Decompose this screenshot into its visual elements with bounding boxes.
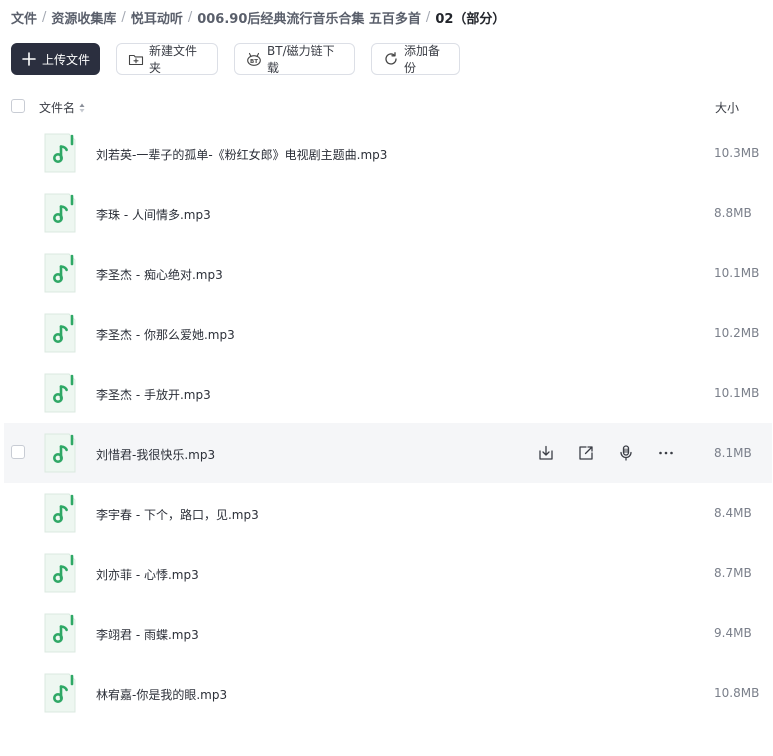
music-file-icon — [44, 433, 76, 473]
bt-download-button-label: BT/磁力链下载 — [267, 44, 335, 75]
upload-button[interactable]: 上传文件 — [11, 43, 100, 75]
svg-text:BT: BT — [250, 59, 258, 65]
file-name[interactable]: 李圣杰 - 你那么爱她.mp3 — [96, 326, 235, 343]
sort-by-name-header[interactable]: 文件名 — [39, 99, 85, 116]
breadcrumb-separator: / — [42, 9, 47, 25]
breadcrumb: 文件 / 资源收集库 / 悦耳动听 / 006.90后经典流行音乐合集 五百多首… — [11, 7, 505, 27]
sync-icon — [383, 51, 399, 67]
breadcrumb-separator: / — [425, 9, 431, 25]
sort-icon — [79, 103, 85, 113]
file-row[interactable]: 李圣杰 - 手放开.mp3 10.1MB — [0, 363, 773, 423]
breadcrumb-item-resource-library[interactable]: 资源收集库 — [51, 8, 116, 27]
music-file-icon — [44, 193, 76, 233]
music-file-icon — [44, 133, 76, 173]
toolbar: 上传文件 新建文件夹 BT BT/磁力链下载 添加备份 — [11, 43, 460, 75]
row-actions — [534, 441, 694, 465]
music-file-icon — [44, 613, 76, 653]
file-list: 刘若英-一辈子的孤单-《粉红女郎》电视剧主题曲.mp3 10.3MB 李珠 - 人… — [0, 123, 773, 723]
new-folder-icon — [128, 51, 144, 67]
file-size: 10.3MB — [714, 146, 760, 160]
plus-icon — [21, 51, 37, 67]
file-name[interactable]: 李宇春 - 下个，路口，见.mp3 — [96, 506, 259, 523]
file-name[interactable]: 刘若英-一辈子的孤单-《粉红女郎》电视剧主题曲.mp3 — [96, 146, 387, 163]
file-row[interactable]: 刘亦菲 - 心悸.mp3 8.7MB — [0, 543, 773, 603]
audio-icon[interactable] — [614, 441, 638, 465]
music-file-icon — [44, 673, 76, 713]
breadcrumb-item-files[interactable]: 文件 — [11, 8, 37, 27]
share-icon[interactable] — [574, 441, 598, 465]
file-row[interactable]: 李圣杰 - 痴心绝对.mp3 10.1MB — [0, 243, 773, 303]
music-file-icon — [44, 553, 76, 593]
file-size: 8.1MB — [714, 446, 752, 460]
breadcrumb-item-current: 02（部分） — [435, 11, 506, 27]
file-size: 8.7MB — [714, 566, 752, 580]
size-column-label: 大小 — [715, 101, 740, 115]
music-file-icon — [44, 253, 76, 293]
file-size: 10.8MB — [714, 686, 760, 700]
file-name[interactable]: 李圣杰 - 痴心绝对.mp3 — [96, 266, 223, 283]
music-file-icon — [44, 373, 76, 413]
upload-button-label: 上传文件 — [42, 52, 91, 67]
list-header: 文件名 大小 — [0, 95, 773, 119]
download-icon[interactable] — [534, 441, 558, 465]
bt-download-button[interactable]: BT BT/磁力链下载 — [234, 43, 355, 75]
music-file-icon — [44, 493, 76, 533]
name-column-label: 文件名 — [39, 101, 76, 115]
music-file-icon — [44, 313, 76, 353]
file-size: 9.4MB — [714, 626, 752, 640]
file-name[interactable]: 林宥嘉-你是我的眼.mp3 — [96, 686, 227, 703]
breadcrumb-separator: / — [121, 9, 126, 25]
add-backup-button[interactable]: 添加备份 — [371, 43, 460, 75]
more-icon[interactable] — [654, 441, 678, 465]
file-row[interactable]: 李宇春 - 下个，路口，见.mp3 8.4MB — [0, 483, 773, 543]
file-name[interactable]: 李圣杰 - 手放开.mp3 — [96, 386, 211, 403]
new-folder-button[interactable]: 新建文件夹 — [116, 43, 218, 75]
breadcrumb-item-pleasant[interactable]: 悦耳动听 — [131, 8, 183, 27]
file-row[interactable]: 李珠 - 人间情多.mp3 8.8MB — [0, 183, 773, 243]
file-size: 10.1MB — [714, 386, 760, 400]
file-size: 8.4MB — [714, 506, 752, 520]
file-size: 8.8MB — [714, 206, 752, 220]
breadcrumb-separator: / — [187, 9, 193, 25]
file-row[interactable]: 刘若英-一辈子的孤单-《粉红女郎》电视剧主题曲.mp3 10.3MB — [0, 123, 773, 183]
file-row[interactable]: 李翊君 - 雨蝶.mp3 9.4MB — [0, 603, 773, 663]
select-all-checkbox[interactable] — [11, 99, 25, 113]
new-folder-button-label: 新建文件夹 — [149, 44, 198, 75]
file-size: 10.2MB — [714, 326, 760, 340]
file-row[interactable]: 李圣杰 - 你那么爱她.mp3 10.2MB — [0, 303, 773, 363]
file-row[interactable]: 刘惜君-我很快乐.mp3 8.1MB — [4, 423, 772, 483]
breadcrumb-item-collection[interactable]: 006.90后经典流行音乐合集 五百多首 — [197, 8, 421, 27]
bt-icon: BT — [246, 51, 262, 67]
row-checkbox[interactable] — [11, 445, 25, 459]
add-backup-button-label: 添加备份 — [404, 44, 441, 75]
file-row[interactable]: 林宥嘉-你是我的眼.mp3 10.8MB — [0, 663, 773, 723]
file-name[interactable]: 刘惜君-我很快乐.mp3 — [96, 446, 215, 463]
file-size: 10.1MB — [714, 266, 760, 280]
file-name[interactable]: 刘亦菲 - 心悸.mp3 — [96, 566, 199, 583]
file-name[interactable]: 李珠 - 人间情多.mp3 — [96, 206, 211, 223]
file-name[interactable]: 李翊君 - 雨蝶.mp3 — [96, 626, 199, 643]
